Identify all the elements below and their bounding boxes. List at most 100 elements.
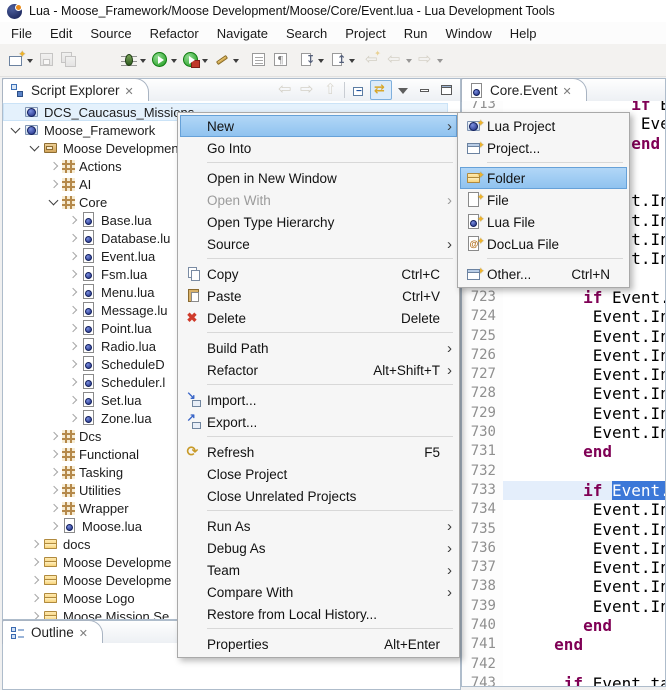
chevron-collapsed-icon[interactable] xyxy=(66,303,80,317)
chevron-collapsed-icon[interactable] xyxy=(47,177,61,191)
chevron-collapsed-icon[interactable] xyxy=(28,555,42,569)
chevron-collapsed-icon[interactable] xyxy=(47,429,61,443)
chevron-collapsed-icon[interactable] xyxy=(66,249,80,263)
close-icon[interactable] xyxy=(563,83,572,98)
close-icon[interactable] xyxy=(125,83,134,98)
menubar-item-project[interactable]: Project xyxy=(336,23,394,44)
close-icon[interactable] xyxy=(79,625,88,640)
menu-item-build-path[interactable]: Build Path xyxy=(180,337,457,359)
maximize-button[interactable] xyxy=(436,80,458,100)
chevron-collapsed-icon[interactable] xyxy=(28,609,42,619)
chevron-collapsed-icon[interactable] xyxy=(66,393,80,407)
menu-item-open-type-hierarchy[interactable]: Open Type Hierarchy xyxy=(180,211,457,233)
new-wizard-button[interactable] xyxy=(5,47,36,73)
chevron-collapsed-icon[interactable] xyxy=(47,501,61,515)
minimize-button[interactable] xyxy=(414,80,436,100)
menubar-item-window[interactable]: Window xyxy=(437,23,501,44)
tab-core-event[interactable]: Core.Event xyxy=(461,78,587,102)
code-line: 734 Event.IniD xyxy=(462,500,665,519)
menu-item-go-into[interactable]: Go Into xyxy=(180,137,457,159)
chevron-expanded-icon[interactable] xyxy=(28,141,42,155)
chevron-collapsed-icon[interactable] xyxy=(66,285,80,299)
new-star-badge xyxy=(477,136,485,151)
menu-item-team[interactable]: Team xyxy=(180,559,457,581)
menubar-item-file[interactable]: File xyxy=(2,23,41,44)
run-button[interactable] xyxy=(149,47,180,73)
menu-item-paste[interactable]: PasteCtrl+V xyxy=(180,285,457,307)
menubar-item-edit[interactable]: Edit xyxy=(41,23,81,44)
last-edit-location-button xyxy=(362,47,384,73)
link-with-editor-button[interactable] xyxy=(370,80,392,100)
menu-item-run-as[interactable]: Run As xyxy=(180,515,457,537)
mark-occurrences-button[interactable] xyxy=(248,47,270,73)
debug-button[interactable] xyxy=(118,47,149,73)
menubar-item-source[interactable]: Source xyxy=(81,23,140,44)
tab-outline[interactable]: Outline xyxy=(2,620,103,644)
previous-annotation-button[interactable] xyxy=(327,47,358,73)
menubar-item-run[interactable]: Run xyxy=(395,23,437,44)
menu-item-folder[interactable]: Folder xyxy=(460,167,627,189)
menu-item-refresh[interactable]: RefreshF5 xyxy=(180,441,457,463)
chevron-collapsed-icon[interactable] xyxy=(47,483,61,497)
chevron-collapsed-icon[interactable] xyxy=(47,519,61,533)
chevron-collapsed-icon[interactable] xyxy=(66,339,80,353)
view-toolbar xyxy=(275,79,458,101)
refresh-icon xyxy=(186,444,202,460)
collapse-all-button[interactable] xyxy=(348,80,370,100)
menu-item-close-unrelated-projects[interactable]: Close Unrelated Projects xyxy=(180,485,457,507)
chevron-collapsed-icon[interactable] xyxy=(66,213,80,227)
menu-item-delete[interactable]: DeleteDelete xyxy=(180,307,457,329)
menu-item-refactor[interactable]: RefactorAlt+Shift+T xyxy=(180,359,457,381)
tree-item-label: Core xyxy=(79,195,107,210)
run-external-button[interactable] xyxy=(180,47,211,73)
forward-icon xyxy=(418,52,434,68)
menu-item-open-in-new-window[interactable]: Open in New Window xyxy=(180,167,457,189)
chevron-collapsed-icon[interactable] xyxy=(66,321,80,335)
chevron-collapsed-icon[interactable] xyxy=(28,573,42,587)
menu-item-debug-as[interactable]: Debug As xyxy=(180,537,457,559)
tab-script-explorer[interactable]: Script Explorer xyxy=(2,78,149,102)
chevron-collapsed-icon[interactable] xyxy=(66,267,80,281)
lua-file-icon xyxy=(81,392,97,408)
chevron-collapsed-icon[interactable] xyxy=(66,231,80,245)
chevron-collapsed-icon[interactable] xyxy=(66,411,80,425)
menubar-item-help[interactable]: Help xyxy=(501,23,546,44)
menubar-item-search[interactable]: Search xyxy=(277,23,336,44)
menu-item-file[interactable]: File xyxy=(460,189,627,211)
chevron-collapsed-icon[interactable] xyxy=(47,465,61,479)
menu-item-copy[interactable]: CopyCtrl+C xyxy=(180,263,457,285)
menu-item-label: Refresh xyxy=(207,445,406,460)
menu-item-label: Lua Project xyxy=(487,119,610,134)
menu-item-doclua-file[interactable]: DocLua File xyxy=(460,233,627,255)
menubar-item-navigate[interactable]: Navigate xyxy=(208,23,277,44)
menu-item-restore-from-local-history[interactable]: Restore from Local History... xyxy=(180,603,457,625)
view-menu-button[interactable] xyxy=(392,80,414,100)
chevron-collapsed-icon[interactable] xyxy=(47,447,61,461)
chevron-expanded-icon[interactable] xyxy=(47,195,61,209)
menu-item-new[interactable]: New xyxy=(180,115,457,137)
chevron-expanded-icon[interactable] xyxy=(9,123,23,137)
menu-item-properties[interactable]: PropertiesAlt+Enter xyxy=(180,633,457,655)
chevron-collapsed-icon[interactable] xyxy=(28,537,42,551)
menu-item-close-project[interactable]: Close Project xyxy=(180,463,457,485)
menu-item-project[interactable]: Project... xyxy=(460,137,627,159)
chevron-collapsed-icon[interactable] xyxy=(47,159,61,173)
chevron-collapsed-icon[interactable] xyxy=(66,357,80,371)
menu-item-source[interactable]: Source xyxy=(180,233,457,255)
menu-item-other[interactable]: Other...Ctrl+N xyxy=(460,263,627,285)
tree-item-label: ScheduleD xyxy=(101,357,165,372)
menu-item-import[interactable]: Import... xyxy=(180,389,457,411)
show-whitespace-icon xyxy=(273,52,289,68)
menu-item-compare-with[interactable]: Compare With xyxy=(180,581,457,603)
pencil-button[interactable] xyxy=(211,47,242,73)
chevron-collapsed-icon[interactable] xyxy=(66,375,80,389)
menu-item-lua-file[interactable]: Lua File xyxy=(460,211,627,233)
menubar-item-refactor[interactable]: Refactor xyxy=(141,23,208,44)
menu-item-label: Other... xyxy=(487,267,553,282)
show-whitespace-button[interactable] xyxy=(270,47,292,73)
tree-item-label: Menu.lua xyxy=(101,285,154,300)
menu-item-export[interactable]: Export... xyxy=(180,411,457,433)
menu-item-lua-project[interactable]: Lua Project xyxy=(460,115,627,137)
next-annotation-button[interactable] xyxy=(296,47,327,73)
chevron-collapsed-icon[interactable] xyxy=(28,591,42,605)
